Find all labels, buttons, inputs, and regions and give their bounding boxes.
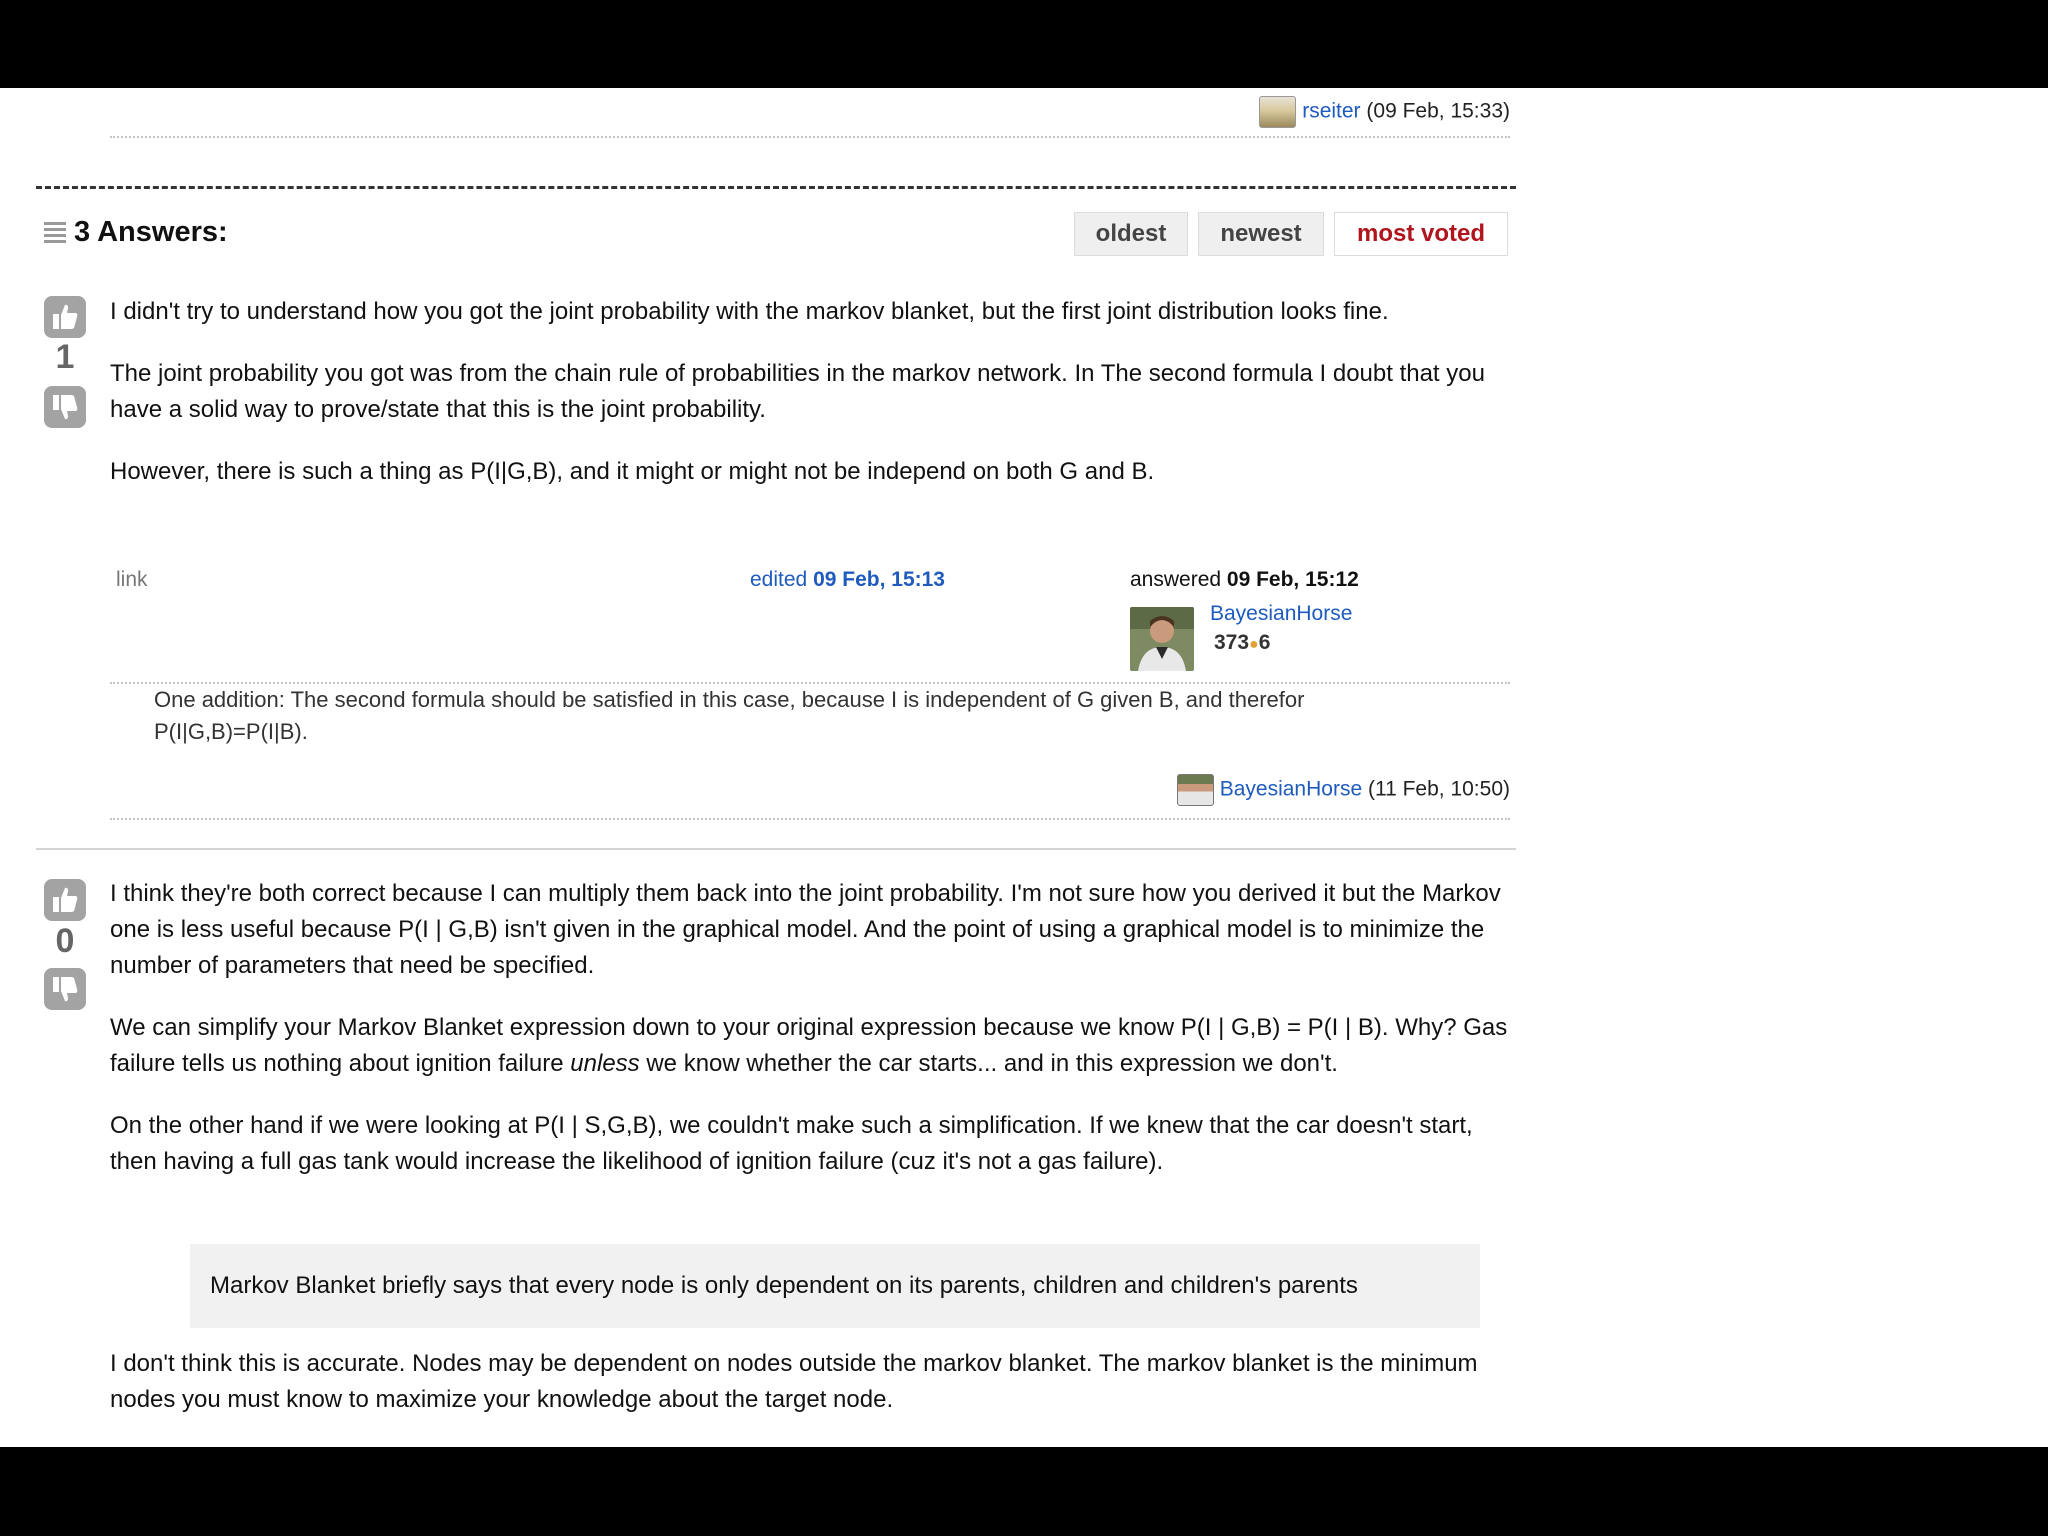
rseiter-avatar[interactable] bbox=[1259, 96, 1297, 128]
answer2-p2-end: we know whether the car starts... and in… bbox=[639, 1050, 1338, 1077]
top-letterbox bbox=[0, 0, 2048, 88]
list-icon bbox=[44, 221, 66, 244]
answer1-author-link[interactable]: BayesianHorse bbox=[1210, 602, 1352, 626]
tab-oldest[interactable]: oldest bbox=[1074, 212, 1188, 256]
answer1-author-rep: 373●6 bbox=[1214, 631, 1270, 655]
tab-newest[interactable]: newest bbox=[1198, 212, 1324, 256]
answer2-paragraph: I think they're both correct because I c… bbox=[110, 880, 1501, 979]
answer2-paragraph: We can simplify your Markov Blanket expr… bbox=[110, 1010, 1510, 1082]
tab-most-voted[interactable]: most voted bbox=[1334, 212, 1508, 256]
answer1-comment-meta: BayesianHorse (11 Feb, 10:50) bbox=[1176, 774, 1510, 806]
edited-label[interactable]: edited bbox=[750, 568, 807, 591]
thumbs-up-icon bbox=[53, 304, 78, 329]
reputation-score: 373 bbox=[1214, 631, 1250, 654]
answer1-comment-text: One addition: The second formula should … bbox=[154, 687, 1305, 744]
top-comment-author-link[interactable]: rseiter bbox=[1302, 100, 1360, 123]
top-comment-date: (09 Feb, 15:33) bbox=[1366, 99, 1510, 123]
thumbs-down-icon bbox=[53, 977, 78, 1002]
answer1-vote-count: 1 bbox=[55, 338, 75, 376]
answer2-blockquote: Markov Blanket briefly says that every n… bbox=[190, 1244, 1480, 1328]
answers-count-title: 3 Answers: bbox=[74, 216, 228, 248]
answer1-paragraph: The joint probability you got was from t… bbox=[110, 360, 1485, 423]
answer2-vote-up-button[interactable] bbox=[44, 879, 86, 921]
answer1-paragraph: I didn't try to understand how you got t… bbox=[110, 298, 1389, 325]
answer2-p2-emphasis: unless bbox=[570, 1050, 640, 1077]
thumbs-down-icon bbox=[53, 395, 78, 420]
comment-bottom-divider bbox=[110, 818, 1510, 820]
answered-date: 09 Feb, 15:12 bbox=[1226, 568, 1359, 591]
question-page: rseiter (09 Feb, 15:33) 3 Answers: oldes… bbox=[0, 88, 2048, 1447]
answers-divider bbox=[36, 186, 1516, 189]
edited-date[interactable]: 09 Feb, 15:13 bbox=[813, 568, 945, 591]
answer1-answered-info: answered 09 Feb, 15:12 bbox=[1130, 568, 1359, 592]
answer1-vote-down-button[interactable] bbox=[44, 386, 86, 428]
answer1-body: I didn't try to understand how you got t… bbox=[110, 294, 1510, 490]
user-photo-icon bbox=[1130, 607, 1194, 671]
answers-heading: 3 Answers: bbox=[44, 216, 228, 249]
answer1-vote-up-button[interactable] bbox=[44, 296, 86, 338]
answer1-paragraph: However, there is such a thing as P(I|G,… bbox=[110, 458, 1155, 485]
comment-date: (11 Feb, 10:50) bbox=[1367, 777, 1510, 801]
answer2-vote-count: 0 bbox=[55, 922, 75, 960]
badge-count: 6 bbox=[1258, 631, 1271, 654]
answer2-vote-down-button[interactable] bbox=[44, 968, 86, 1010]
thumbs-up-icon bbox=[53, 887, 78, 912]
answer2-paragraph: On the other hand if we were looking at … bbox=[110, 1112, 1473, 1175]
bayesianhorse-small-avatar[interactable] bbox=[1176, 774, 1214, 806]
answer1-permalink[interactable]: link bbox=[116, 568, 148, 592]
bottom-letterbox bbox=[0, 1447, 2048, 1536]
comment-author-link[interactable]: BayesianHorse bbox=[1220, 778, 1362, 801]
answer2-body: I think they're both correct because I c… bbox=[110, 876, 1510, 1180]
top-comment-meta: rseiter (09 Feb, 15:33) bbox=[1259, 96, 1510, 128]
answer1-edited-info[interactable]: edited 09 Feb, 15:13 bbox=[750, 568, 945, 592]
answered-label: answered bbox=[1130, 568, 1222, 591]
answer2-final-paragraph: I don't think this is accurate. Nodes ma… bbox=[110, 1350, 1478, 1413]
top-comment-divider bbox=[110, 136, 1510, 138]
answer-separator bbox=[36, 848, 1516, 850]
answer1-author-avatar[interactable] bbox=[1130, 607, 1194, 671]
blockquote-text: Markov Blanket briefly says that every n… bbox=[210, 1272, 1358, 1299]
badge-dot-icon: ● bbox=[1249, 636, 1259, 653]
